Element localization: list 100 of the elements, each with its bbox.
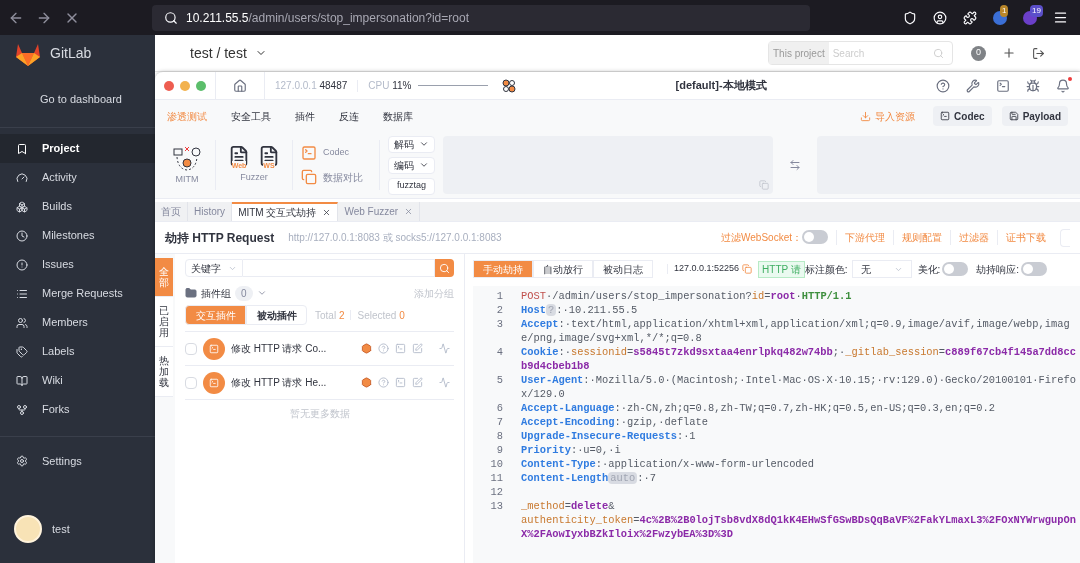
edit-icon[interactable] [412, 377, 423, 388]
user-name: test [52, 521, 70, 537]
edit-icon[interactable] [412, 343, 423, 354]
tool-button[interactable]: Codec [933, 106, 992, 126]
nav-item[interactable]: Members [0, 308, 155, 337]
minimize-window-button[interactable] [180, 80, 190, 91]
fuzztag-button[interactable]: fuzztag [388, 177, 435, 195]
codec-tool[interactable]: Codec [301, 145, 371, 161]
caret-icon[interactable] [256, 288, 267, 298]
mode-tab[interactable]: 被动日志 [593, 260, 653, 278]
counter-badge[interactable]: 0 [971, 45, 986, 61]
nav-item[interactable]: Issues [0, 250, 155, 279]
search-icon[interactable] [933, 47, 944, 59]
logout-icon[interactable] [1032, 46, 1045, 60]
nav-item[interactable]: Forks [0, 395, 155, 424]
menu-tab[interactable]: 反连 [339, 108, 359, 124]
line-number: 4 [495, 345, 504, 359]
plus-icon[interactable] [1002, 46, 1016, 60]
avatar[interactable] [14, 515, 42, 543]
plugin-row[interactable]: 修改 HTTP 请求 Co... [185, 332, 454, 366]
plugin-row[interactable]: 修改 HTTP 请求 He... [185, 366, 454, 400]
url-field[interactable]: 10.211.55.5/admin/users/stop_impersonation?id=root [152, 4, 810, 31]
mode-tab[interactable]: 自动放行 [533, 260, 593, 278]
nav-item[interactable]: Builds [0, 192, 155, 221]
proxy-address: http://127.0.0.1:8083 或 socks5://127.0.0.1:8083 [288, 231, 502, 245]
tool-button[interactable]: Payload [1001, 106, 1068, 126]
group-label: 插件组 [201, 286, 231, 301]
code-line: Content-Type:·application/x-www-form-urlencoded [520, 457, 816, 471]
menu-tab[interactable]: 数据库 [383, 108, 413, 124]
keyword-field[interactable] [243, 259, 435, 277]
checkbox[interactable] [185, 342, 197, 355]
line-number: 5 [495, 373, 504, 387]
bell-icon[interactable] [1056, 78, 1070, 93]
zoom-window-button[interactable] [196, 80, 206, 91]
bug-icon[interactable] [1026, 78, 1040, 93]
code-line: Cookie:·sessionid=s5845t7zkd9sxtaa4enrlpkq482w74bb;·_gitlab_session=c889f67cb4f145a7dd8ccb9d4cbeb1b8 [520, 345, 1078, 373]
folder-icon [185, 287, 197, 299]
account-icon[interactable] [933, 10, 947, 25]
input-area[interactable] [443, 136, 773, 194]
line-number: 6 [495, 401, 504, 415]
settings-item[interactable]: Settings [0, 449, 155, 473]
nav-item[interactable]: Project [0, 134, 155, 163]
nav-item[interactable]: Labels [0, 337, 155, 366]
close-window-button[interactable] [164, 80, 174, 91]
request-editor[interactable] [473, 286, 1080, 563]
line-number: 7 [495, 415, 504, 429]
shield-icon[interactable] [903, 10, 917, 25]
plugin-avatar-icon [203, 371, 225, 394]
line-number: 1 [495, 289, 504, 303]
terminal-icon[interactable] [996, 78, 1010, 93]
breadcrumb[interactable]: test / test [190, 42, 247, 64]
plugin-name: 修改 HTTP 请求 He... [231, 376, 327, 390]
checkbox[interactable] [185, 376, 197, 389]
protocol-tag: HTTP 请 [758, 260, 805, 278]
help-icon[interactable] [936, 78, 950, 93]
wrench-icon[interactable] [966, 78, 980, 93]
toggle-switch[interactable] [802, 229, 828, 244]
terminal-icon[interactable] [395, 377, 406, 388]
copy-icon[interactable] [742, 264, 753, 274]
code-line: Accept:·text/html,application/xhtml+xml,application/xml;q=0.9,image/avif,image/webp,imag e/png,image/svg+xml,*/*;q=0.8 [520, 317, 1071, 345]
nav-item[interactable]: Wiki [0, 366, 155, 395]
swap-icon[interactable] [789, 159, 801, 171]
pulse-icon[interactable] [439, 343, 450, 354]
caret-icon [419, 160, 429, 170]
side-tab[interactable]: 热加载 [155, 347, 173, 397]
gears-icon [16, 455, 28, 467]
puzzle-icon[interactable] [963, 10, 977, 25]
terminal-icon[interactable] [395, 343, 406, 354]
compare-tool[interactable]: 数据对比 [301, 169, 371, 185]
page-tab[interactable]: MITM 交互式劫持 [232, 202, 339, 221]
search-button[interactable] [435, 259, 454, 277]
pulse-icon[interactable] [439, 377, 450, 388]
toggle-switch[interactable] [942, 262, 969, 276]
dashboard-link[interactable]: Go to dashboard [40, 91, 122, 108]
menu-icon[interactable] [1053, 10, 1068, 25]
cpu-usage: CPU 11% [368, 79, 412, 93]
close-icon[interactable] [322, 208, 332, 217]
search-type-select[interactable]: 关键字 [185, 259, 243, 277]
app-logo-icon[interactable] [501, 78, 516, 93]
menu-tab[interactable]: 安全工具 [231, 108, 271, 124]
gauge-icon [16, 171, 28, 184]
filter-websocket-label: 过滤WebSocket： [721, 231, 802, 245]
menu-tab[interactable]: 插件 [295, 108, 315, 124]
search-icon [164, 10, 178, 25]
code-line: Upgrade-Insecure-Requests:·1 [520, 429, 697, 443]
home-icon[interactable] [233, 78, 247, 93]
users-icon [16, 316, 28, 329]
nav-item[interactable]: Merge Requests [0, 279, 155, 308]
plugin-type-tab[interactable]: 被动插件 [246, 305, 307, 325]
line-number: 13 [489, 499, 504, 513]
encode-select[interactable]: 编码 [388, 156, 435, 174]
toggle-switch[interactable] [1021, 262, 1048, 276]
side-tab[interactable]: 已启用 [155, 297, 173, 347]
line-number: 2 [495, 303, 504, 317]
color-select[interactable]: 无 [851, 260, 912, 278]
total-count: Total 2 [315, 308, 345, 323]
nav-item[interactable]: Activity [0, 163, 155, 192]
decode-select[interactable]: 解码 [388, 135, 435, 153]
nav-item[interactable]: Milestones [0, 221, 155, 250]
code-line: Host ? :·10.211.55.5 [520, 303, 639, 317]
